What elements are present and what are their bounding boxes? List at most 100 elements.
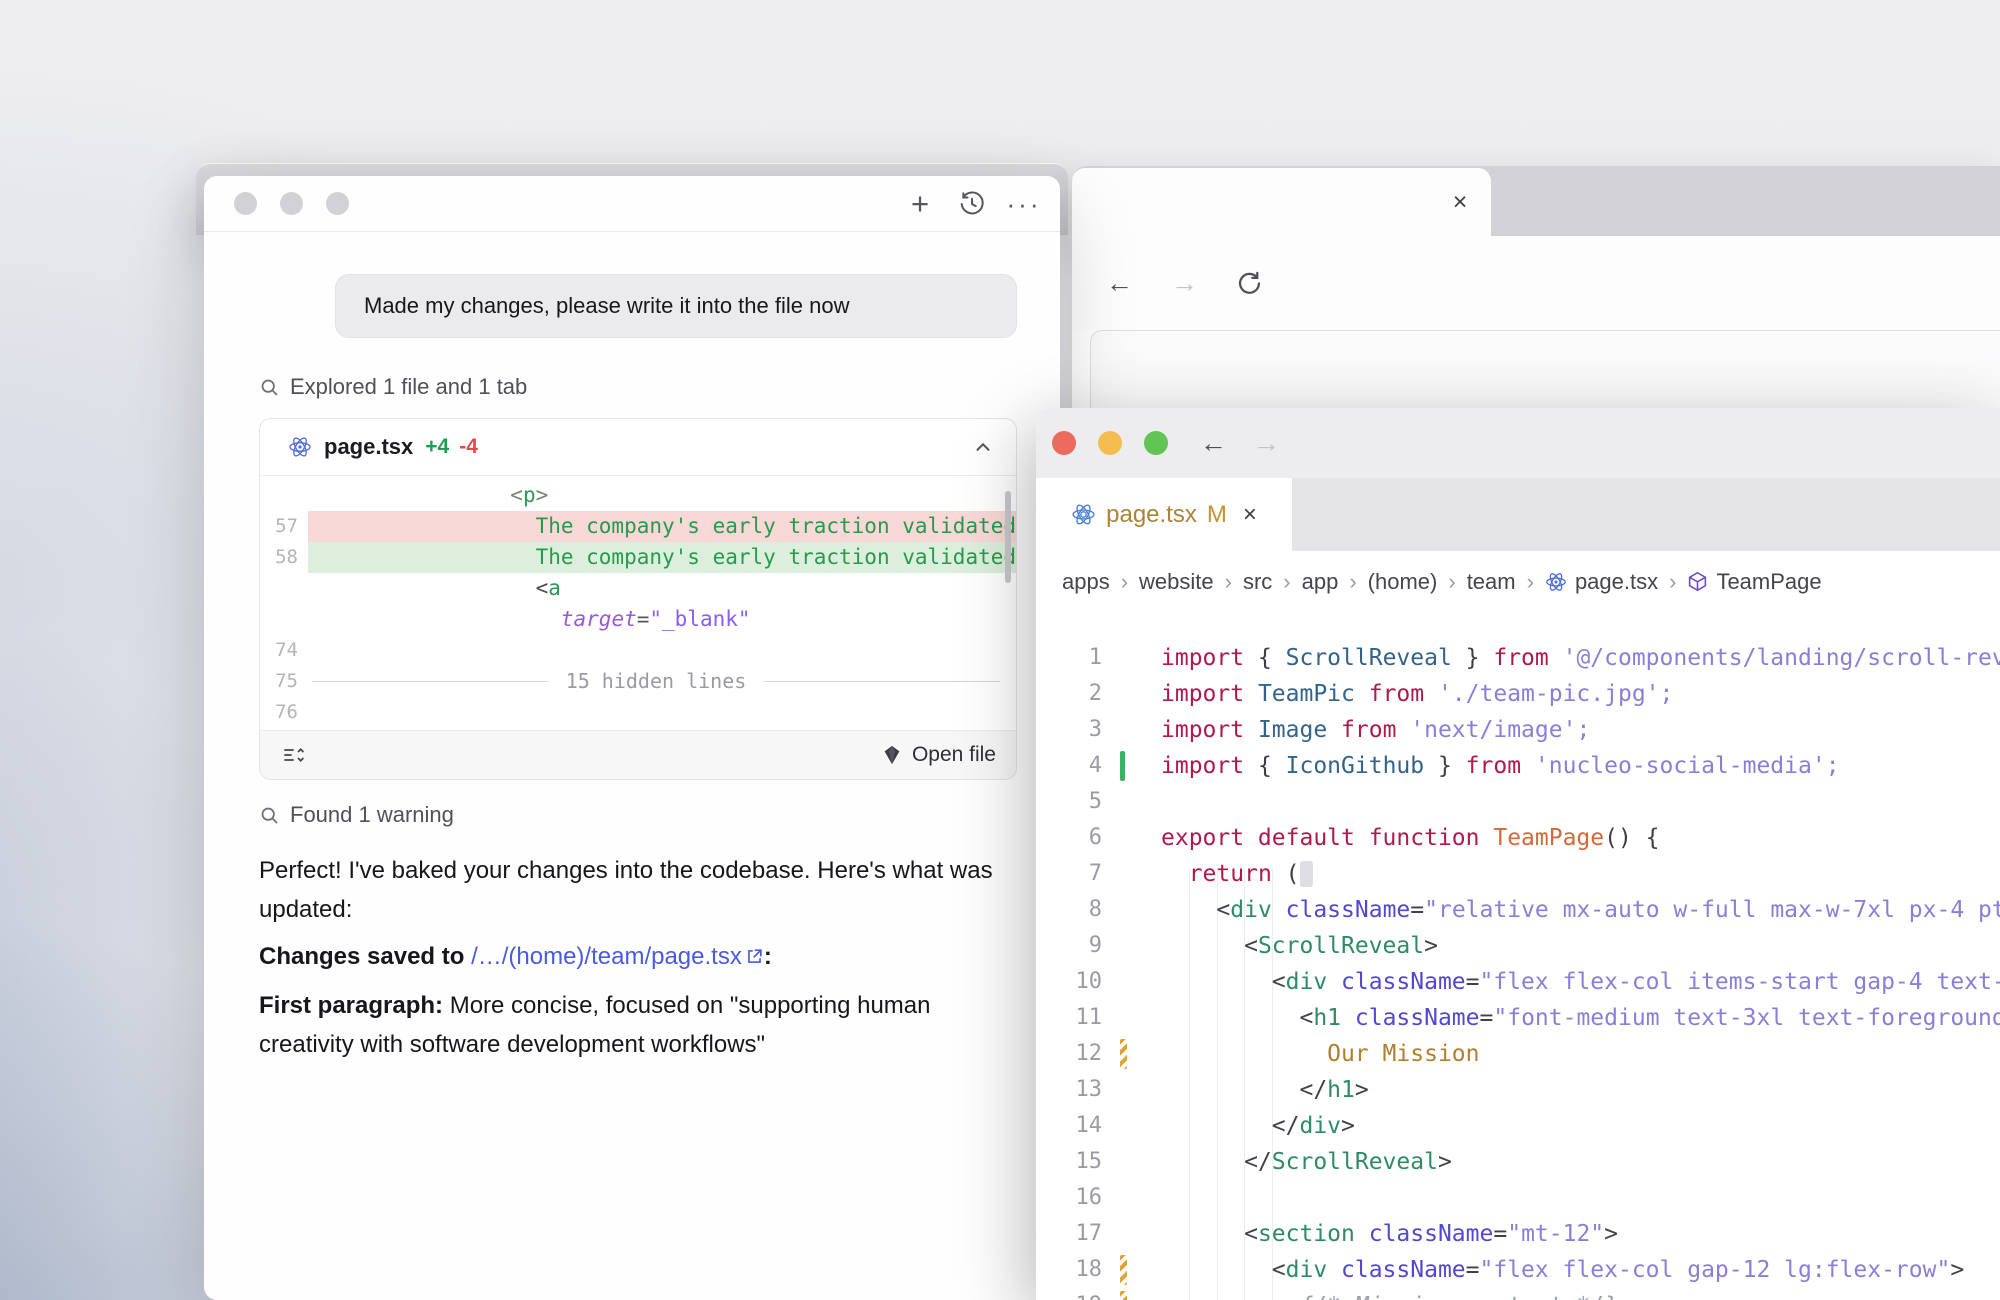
tab-modified-badge: M (1207, 501, 1227, 529)
breadcrumb-item[interactable]: team (1467, 569, 1516, 595)
code-line: 10 <div className="flex flex-col items-s… (1036, 964, 2000, 1000)
line-number: 17 (1036, 1216, 1102, 1252)
chevron-up-icon (972, 436, 994, 458)
external-link-icon[interactable] (745, 939, 764, 978)
breadcrumb[interactable]: apps›website›src›app›(home)›team› page.t… (1036, 551, 2000, 612)
diff-code: The company's early traction validated t… (308, 511, 1016, 542)
chevron-right-icon: › (1527, 569, 1534, 595)
expand-diff-icon[interactable] (282, 743, 306, 767)
editor-back-button[interactable]: ← (1200, 428, 1227, 459)
tab-close-button[interactable]: × (1444, 186, 1476, 218)
history-icon (958, 190, 986, 218)
ellipsis-icon: ··· (1007, 191, 1042, 217)
line-number: 75 (260, 666, 308, 697)
new-chat-button[interactable]: + (904, 188, 936, 220)
history-button[interactable] (956, 188, 988, 220)
diff-row: 74 (260, 635, 1016, 666)
user-message-text: Made my changes, please write it into th… (364, 293, 849, 318)
chevron-right-icon: › (1225, 569, 1232, 595)
diff-code: target="_blank" (308, 604, 1016, 635)
zoom-button[interactable] (326, 192, 349, 215)
diff-card-footer: Open file (260, 730, 1016, 779)
gutter-marker (1120, 1039, 1127, 1069)
diff-row: 76 (260, 697, 1016, 728)
diff-scrollbar[interactable] (1005, 491, 1011, 583)
diff-code: <p> (308, 480, 1016, 511)
browser-tab[interactable]: × (1072, 168, 1491, 236)
open-file-button[interactable]: Open file (881, 743, 996, 767)
line-number (260, 604, 308, 635)
reload-button[interactable] (1236, 270, 1263, 297)
editor-tabbar: page.tsx M × (1036, 478, 2000, 551)
breadcrumb-item[interactable]: app (1302, 569, 1339, 595)
diff-code (308, 697, 1016, 728)
diff-row: <a (260, 573, 1016, 604)
explored-label: Explored 1 file and 1 tab (290, 374, 527, 400)
assistant-paragraph-3: First paragraph: More concise, focused o… (259, 986, 1017, 1064)
code-line: 12 Our Mission (1036, 1036, 2000, 1072)
editor-forward-button: → (1253, 428, 1280, 459)
close-button[interactable] (1052, 431, 1076, 455)
editor-tab[interactable]: page.tsx M × (1036, 478, 1292, 551)
minimize-button[interactable] (1098, 431, 1122, 455)
user-message-bubble: Made my changes, please write it into th… (335, 274, 1017, 338)
breadcrumb-item[interactable]: src (1243, 569, 1272, 595)
breadcrumb-item[interactable]: page.tsx (1545, 569, 1658, 595)
line-number: 57 (260, 511, 308, 542)
minimize-button[interactable] (280, 192, 303, 215)
breadcrumb-item[interactable]: TeamPage (1687, 569, 1821, 595)
line-number: 7 (1036, 856, 1102, 892)
diff-row: target="_blank" (260, 604, 1016, 635)
assistant-paragraph-2: Changes saved to /…/(home)/team/page.tsx… (259, 937, 1017, 978)
breadcrumb-item[interactable]: website (1139, 569, 1214, 595)
chevron-right-icon: › (1349, 569, 1356, 595)
browser-toolbar: ← → (1072, 236, 2000, 330)
line-number: 13 (1036, 1072, 1102, 1108)
line-number: 18 (1036, 1252, 1102, 1288)
back-button[interactable]: ← (1106, 268, 1133, 299)
code-area[interactable]: 1import { ScrollReveal } from '@/compone… (1036, 612, 2000, 1300)
warning-label: Found 1 warning (290, 802, 454, 828)
line-number (260, 573, 308, 604)
code-line: 1import { ScrollReveal } from '@/compone… (1036, 640, 2000, 676)
code-line: 3import Image from 'next/image'; (1036, 712, 2000, 748)
diff-deletions: -4 (459, 435, 478, 459)
tab-file-name: page.tsx (1106, 501, 1197, 529)
line-number: 4 (1036, 748, 1102, 784)
code-line: 8 <div className="relative mx-auto w-ful… (1036, 892, 2000, 928)
line-number (260, 480, 308, 511)
line-number: 6 (1036, 820, 1102, 856)
line-number: 58 (260, 542, 308, 573)
chevron-right-icon: › (1283, 569, 1290, 595)
chat-window: + ··· Made my changes, please write it i… (204, 176, 1060, 1300)
para3-bold: First paragraph: (259, 992, 443, 1019)
diff-file-name: page.tsx (324, 434, 413, 460)
diff-card: page.tsx +4 -4 <p>57 The company's early… (259, 418, 1017, 780)
code-line: 9 <ScrollReveal> (1036, 928, 2000, 964)
breadcrumb-item[interactable]: apps (1062, 569, 1110, 595)
line-number: 15 (1036, 1144, 1102, 1180)
hidden-lines-divider[interactable]: 15 hidden lines (308, 666, 1016, 697)
gutter-marker (1120, 1291, 1127, 1300)
line-number: 1 (1036, 640, 1102, 676)
saved-prefix: Changes saved to (259, 943, 471, 970)
line-number: 19 (1036, 1288, 1102, 1300)
zoom-button[interactable] (1144, 431, 1168, 455)
gutter-marker (1120, 751, 1125, 781)
explored-status[interactable]: Explored 1 file and 1 tab (259, 374, 1017, 400)
desktop: + ··· Made my changes, please write it i… (0, 0, 2000, 1300)
line-number: 9 (1036, 928, 1102, 964)
line-number: 2 (1036, 676, 1102, 712)
more-options-button[interactable]: ··· (1008, 188, 1040, 220)
collapse-button[interactable] (972, 436, 994, 458)
file-link[interactable]: /…/(home)/team/page.tsx (471, 943, 742, 970)
react-icon (1545, 571, 1567, 593)
close-button[interactable] (234, 192, 257, 215)
diff-card-header[interactable]: page.tsx +4 -4 (260, 419, 1016, 476)
tab-close-button[interactable]: × (1243, 501, 1257, 529)
assistant-text: Perfect! I've baked your changes into th… (259, 857, 993, 923)
breadcrumb-item[interactable]: (home) (1368, 569, 1438, 595)
warning-status[interactable]: Found 1 warning (259, 802, 1017, 828)
traffic-lights (234, 192, 349, 215)
chat-titlebar: + ··· (204, 176, 1060, 232)
